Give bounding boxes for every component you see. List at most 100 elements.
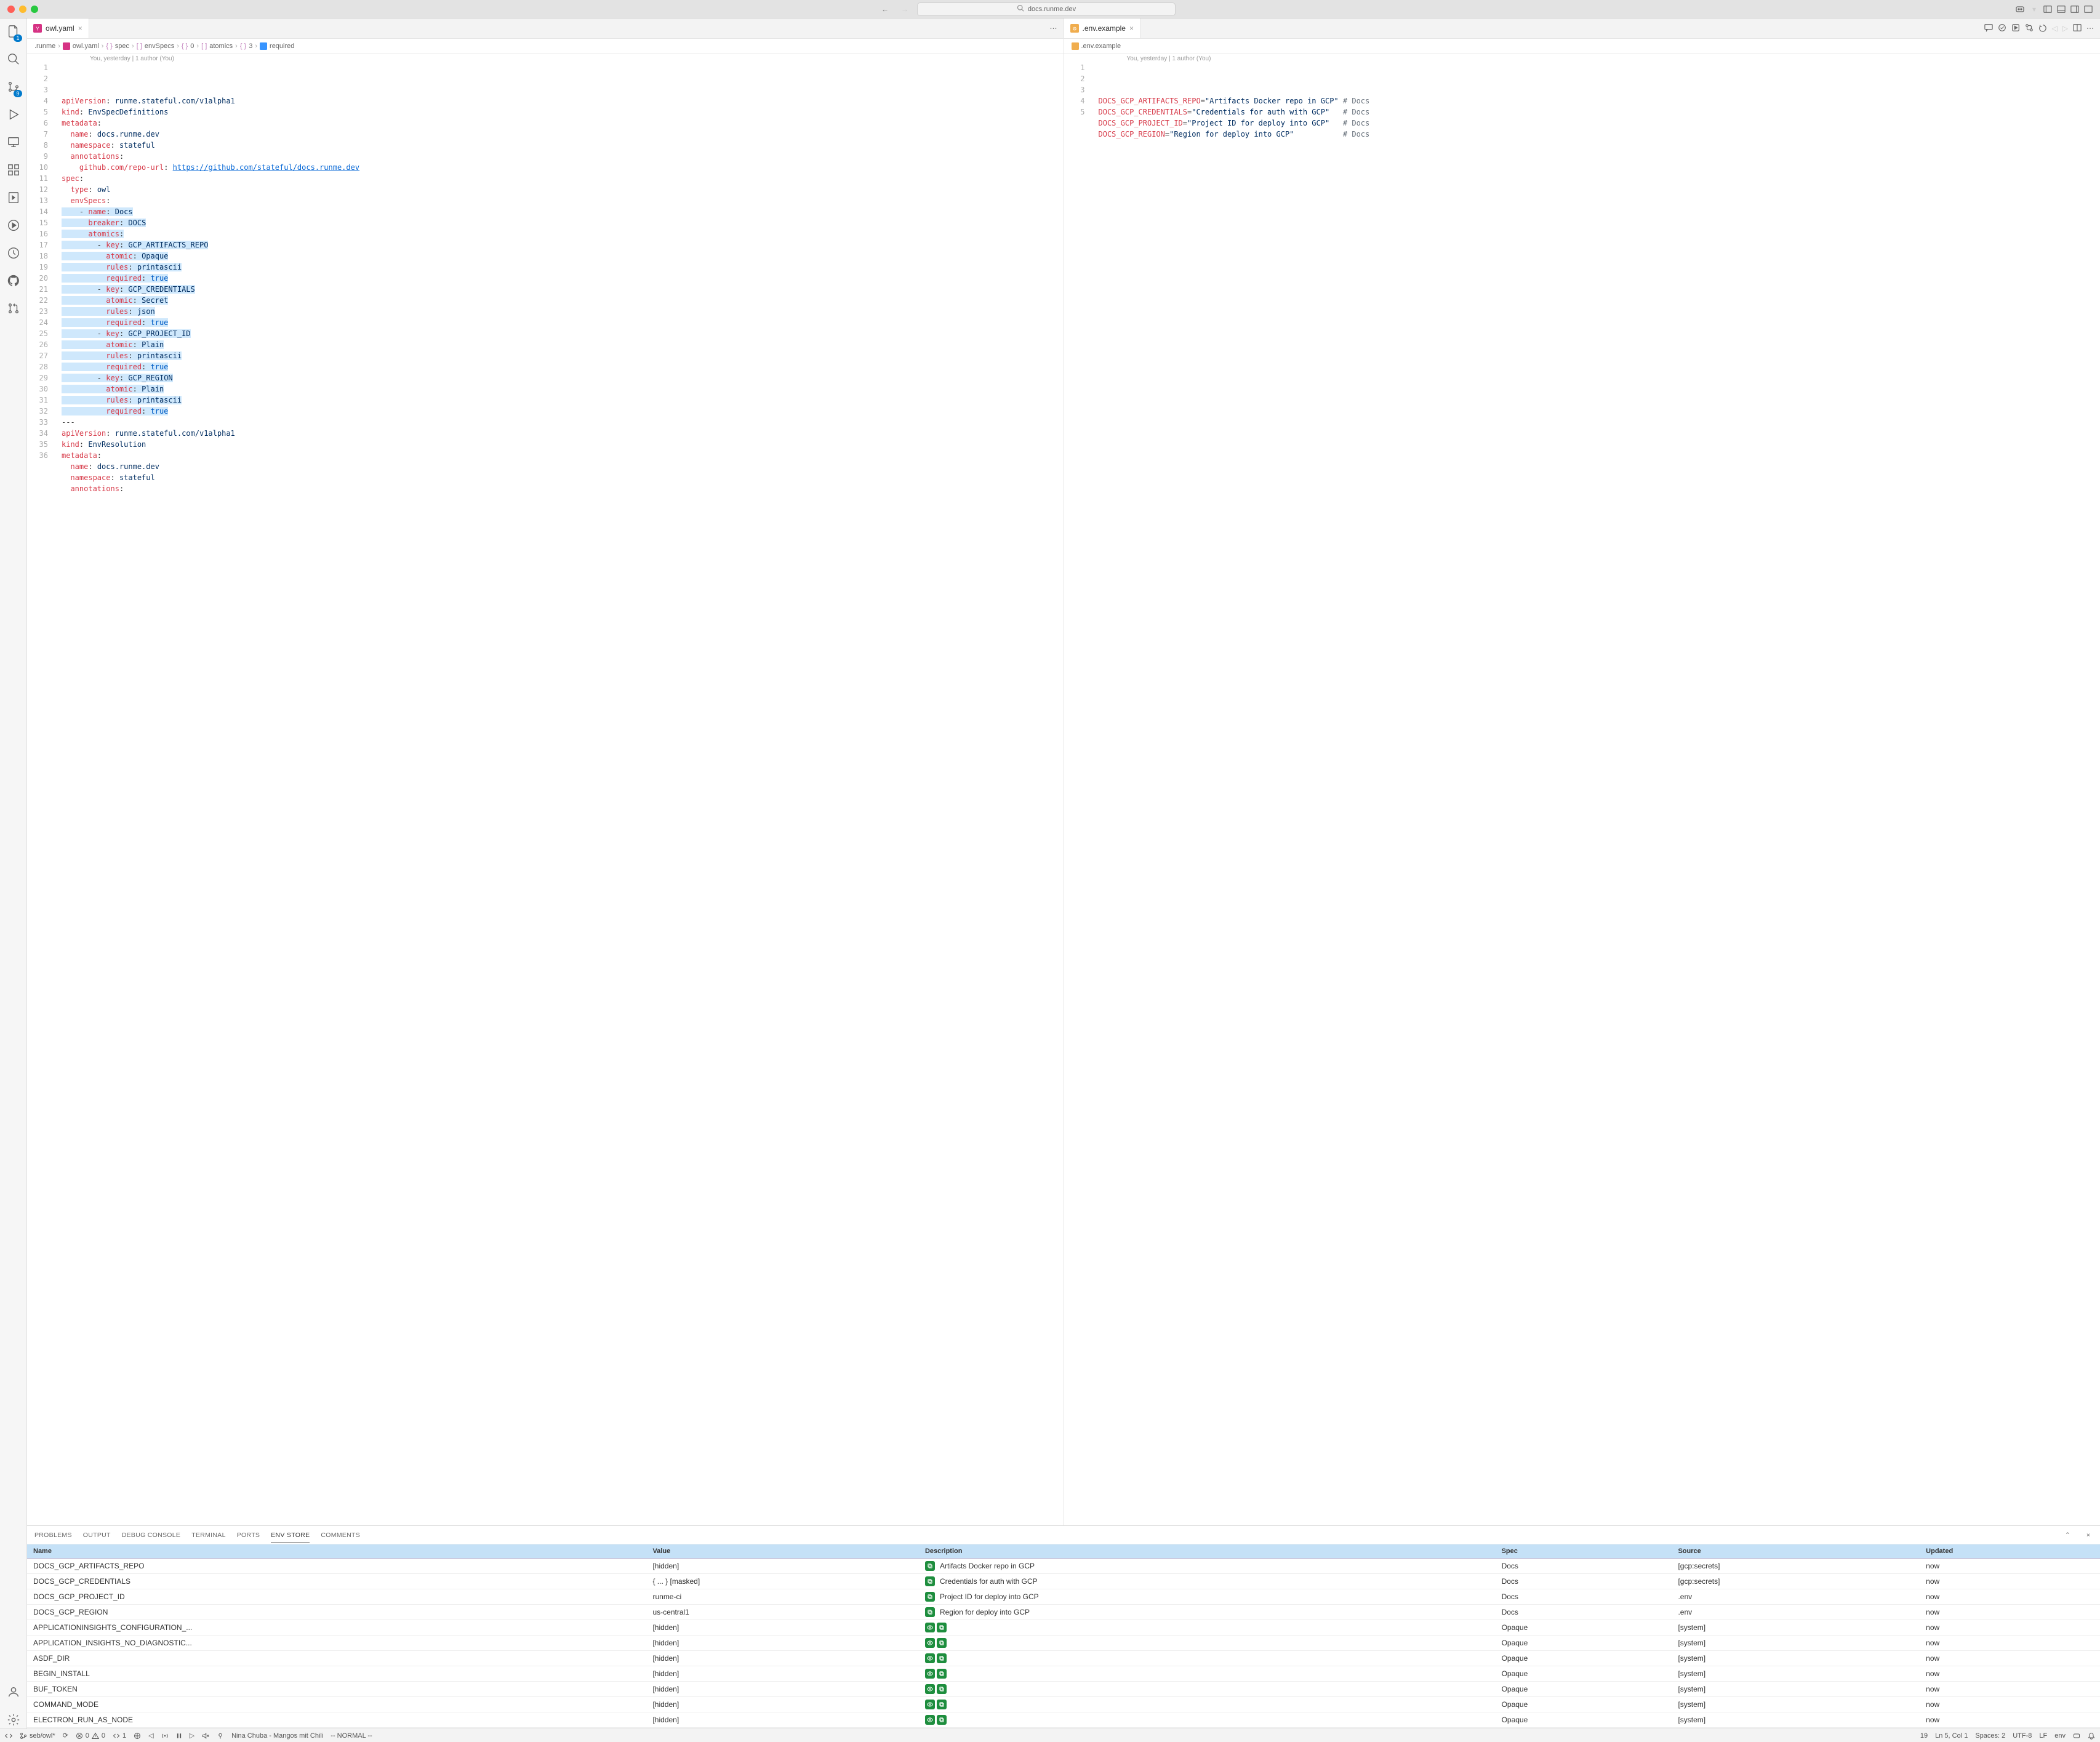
next-change-icon[interactable]: ▷ <box>2062 24 2068 33</box>
code-line[interactable]: DOCS_GCP_REGION="Region for deploy into … <box>1099 129 2100 140</box>
prev-change-icon[interactable]: ◁ <box>2052 24 2058 33</box>
accounts-icon[interactable] <box>7 1685 20 1701</box>
panel-tab-terminal[interactable]: TERMINAL <box>191 1531 226 1539</box>
code-line[interactable]: metadata: <box>62 450 1064 461</box>
breadcrumb-segment[interactable]: owl.yaml <box>63 42 99 50</box>
branch-name[interactable]: seb/owl* <box>20 1732 55 1740</box>
code-line[interactable]: DOCS_GCP_PROJECT_ID="Project ID for depl… <box>1099 118 2100 129</box>
runme-notebooks-icon[interactable] <box>7 191 20 206</box>
panel-maximize-icon[interactable]: ⌃ <box>2062 1531 2073 1539</box>
code-line[interactable]: - key: GCP_PROJECT_ID <box>62 328 1064 339</box>
table-row[interactable]: DOCS_GCP_PROJECT_IDrunme-ci Project ID f… <box>27 1589 2100 1605</box>
table-row[interactable]: ELECTRON_RUN_AS_NODE[hidden] Opaque[syst… <box>27 1712 2100 1728</box>
git-compare-icon[interactable] <box>2025 23 2034 34</box>
code-line[interactable]: kind: EnvResolution <box>62 439 1064 450</box>
minimize-window[interactable] <box>19 6 26 13</box>
selection-count[interactable]: 19 <box>1920 1732 1928 1740</box>
column-header[interactable]: Spec <box>1496 1544 1672 1559</box>
copy-icon[interactable] <box>937 1684 947 1694</box>
settings-gear-icon[interactable] <box>7 1713 20 1728</box>
code-line[interactable]: annotations: <box>62 151 1064 162</box>
code-line[interactable]: - key: GCP_REGION <box>62 372 1064 383</box>
reveal-icon[interactable] <box>925 1684 935 1694</box>
column-header[interactable]: Source <box>1672 1544 1920 1559</box>
code-line[interactable]: DOCS_GCP_CREDENTIALS="Credentials for au… <box>1099 106 2100 118</box>
notifications-icon[interactable] <box>2088 1732 2095 1740</box>
panel-tab-problems[interactable]: PROBLEMS <box>34 1531 72 1539</box>
breadcrumb-segment[interactable]: required <box>260 42 294 50</box>
breadcrumbs[interactable]: .env.example <box>1064 39 2100 54</box>
breadcrumb-segment[interactable]: .runme <box>34 42 55 50</box>
code-line[interactable]: spec: <box>62 173 1064 184</box>
breadcrumb-segment[interactable]: { }spec <box>106 42 129 50</box>
panel-tab-output[interactable]: OUTPUT <box>83 1531 111 1539</box>
layout-customize-icon[interactable] <box>2084 5 2093 14</box>
copy-icon[interactable] <box>925 1561 935 1571</box>
copy-icon[interactable] <box>937 1700 947 1709</box>
code-line[interactable]: rules: json <box>62 306 1064 317</box>
table-row[interactable]: COMMAND_MODE[hidden] Opaque[system]now <box>27 1697 2100 1712</box>
panel-tab-ports[interactable]: PORTS <box>237 1531 260 1539</box>
layout-panel-icon[interactable] <box>2057 5 2066 14</box>
table-row[interactable]: BUF_TOKEN[hidden] Opaque[system]now <box>27 1682 2100 1697</box>
close-window[interactable] <box>7 6 15 13</box>
panel-tab-env-store[interactable]: ENV STORE <box>271 1531 310 1543</box>
code-line[interactable]: apiVersion: runme.stateful.com/v1alpha1 <box>62 428 1064 439</box>
editor-body-left[interactable]: 1234567891011121314151617181920212223242… <box>27 54 1064 1525</box>
language-mode[interactable]: env <box>2054 1732 2066 1740</box>
reveal-icon[interactable] <box>925 1638 935 1648</box>
reveal-icon[interactable] <box>925 1715 935 1725</box>
code-line[interactable]: name: docs.runme.dev <box>62 129 1064 140</box>
runme-icon[interactable] <box>7 219 20 234</box>
search-icon[interactable] <box>7 52 20 68</box>
reveal-icon[interactable] <box>925 1623 935 1632</box>
code-line[interactable]: apiVersion: runme.stateful.com/v1alpha1 <box>62 95 1064 106</box>
code-line[interactable]: required: true <box>62 406 1064 417</box>
pause-icon[interactable] <box>176 1733 182 1739</box>
pull-requests-icon[interactable] <box>7 302 20 317</box>
code-line[interactable]: - name: Docs <box>62 206 1064 217</box>
code-line[interactable]: --- <box>62 417 1064 428</box>
prev-track-icon[interactable]: ◁ <box>148 1732 153 1740</box>
code-line[interactable]: envSpecs: <box>62 195 1064 206</box>
mute-icon[interactable] <box>202 1732 209 1740</box>
breadcrumb-segment[interactable]: [ ]atomics <box>201 42 233 50</box>
code-line[interactable]: rules: printascii <box>62 350 1064 361</box>
code-line[interactable]: github.com/repo-url: https://github.com/… <box>62 162 1064 173</box>
env-store-table[interactable]: NameValueDescriptionSpecSourceUpdated DO… <box>27 1544 2100 1728</box>
next-track-icon[interactable]: ▷ <box>190 1732 194 1740</box>
tab-owl-yaml[interactable]: Y owl.yaml × <box>27 18 89 38</box>
layout-primary-side-icon[interactable] <box>2043 5 2052 14</box>
cursor-position[interactable]: Ln 5, Col 1 <box>1935 1732 1968 1740</box>
table-row[interactable]: DOCS_GCP_ARTIFACTS_REPO[hidden] Artifact… <box>27 1559 2100 1574</box>
problems-count[interactable]: 0 0 <box>76 1732 105 1740</box>
table-row[interactable]: APPLICATION_INSIGHTS_NO_DIAGNOSTIC...[hi… <box>27 1636 2100 1651</box>
code-line[interactable]: atomic: Opaque <box>62 251 1064 262</box>
close-icon[interactable]: × <box>78 24 82 33</box>
copy-icon[interactable] <box>937 1715 947 1725</box>
code-line[interactable]: atomic: Plain <box>62 383 1064 395</box>
code-line[interactable]: atomics: <box>62 228 1064 239</box>
undo-icon[interactable] <box>2038 23 2047 34</box>
live-share-icon[interactable] <box>134 1732 141 1740</box>
reveal-icon[interactable] <box>925 1700 935 1709</box>
column-header[interactable]: Description <box>919 1544 1496 1559</box>
split-editor-icon[interactable] <box>2073 23 2082 34</box>
copy-icon[interactable] <box>925 1576 935 1586</box>
breadcrumb-segment[interactable]: { }0 <box>182 42 194 50</box>
table-row[interactable]: DOCS_GCP_REGIONus-central1 Region for de… <box>27 1605 2100 1620</box>
ports-count[interactable]: 1 <box>113 1732 126 1740</box>
breadcrumb-segment[interactable]: { }3 <box>240 42 253 50</box>
radio-tower-icon[interactable] <box>161 1732 169 1740</box>
extensions-icon[interactable] <box>7 163 20 179</box>
table-row[interactable]: ASDF_DIR[hidden] Opaque[system]now <box>27 1651 2100 1666</box>
nav-back[interactable]: ← <box>878 5 892 14</box>
timeline-icon[interactable] <box>7 246 20 262</box>
panel-tab-comments[interactable]: COMMENTS <box>321 1531 360 1539</box>
copy-icon[interactable] <box>937 1623 947 1632</box>
code-line[interactable]: type: owl <box>62 184 1064 195</box>
check-icon[interactable] <box>1998 23 2006 34</box>
more-actions-icon[interactable]: ⋯ <box>2086 24 2094 33</box>
reveal-icon[interactable] <box>925 1669 935 1679</box>
code-line[interactable]: atomic: Plain <box>62 339 1064 350</box>
